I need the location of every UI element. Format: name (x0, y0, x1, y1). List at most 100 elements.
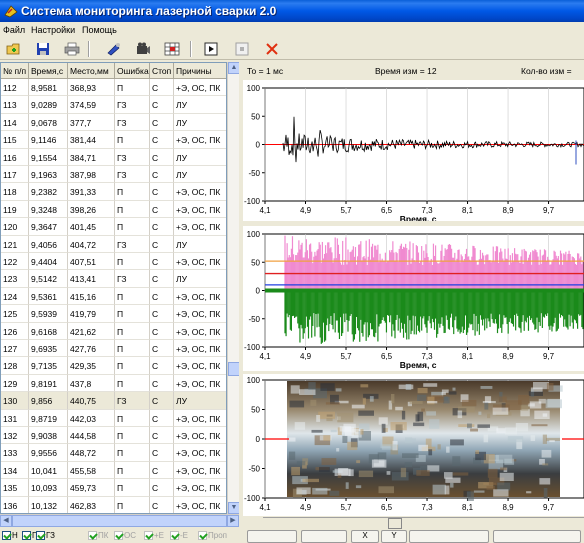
filter-checkbox[interactable] (2, 531, 11, 540)
table-row[interactable]: 118 9,2382 391,33 П С +Э, ОС, ПК (1, 183, 226, 201)
table-cell: 387,98 (68, 166, 115, 184)
weld-texture (409, 401, 423, 404)
table-row[interactable]: 116 9,1554 384,71 ГЗ С ЛУ (1, 148, 226, 166)
table-cell: 384,71 (68, 148, 115, 166)
table-row[interactable]: 133 9,9556 448,72 П С +Э, ОС, ПК (1, 444, 226, 462)
green-band (265, 288, 584, 293)
open-button[interactable] (4, 40, 24, 58)
weld-texture (446, 446, 450, 453)
weld-texture (360, 429, 364, 435)
scroll-thumb-horizontal[interactable] (12, 515, 227, 527)
time-scroll-knob[interactable] (388, 518, 402, 529)
column-header[interactable]: Ошибка (115, 63, 150, 79)
table-cell: 118 (1, 183, 29, 201)
weld-texture (371, 459, 387, 468)
time-scroll-track[interactable] (263, 517, 584, 528)
table-cell: С (150, 131, 174, 149)
table-cell: С (150, 148, 174, 166)
table-row[interactable]: 125 9,5939 419,79 П С +Э, ОС, ПК (1, 305, 226, 323)
table-row[interactable]: 136 10,132 462,83 П С +Э, ОС, ПК (1, 496, 226, 513)
table-horizontal-scrollbar[interactable]: ◀ ▶ (0, 514, 239, 527)
menu-file[interactable]: Файл (3, 25, 25, 35)
probe-button[interactable] (104, 40, 124, 58)
table-cell: С (150, 305, 174, 323)
table-cell: +Э, ОС, ПК (174, 357, 226, 375)
stop-button[interactable] (232, 40, 252, 58)
save-button[interactable] (33, 40, 53, 58)
table-row[interactable]: 123 9,5142 413,41 ГЗ С ЛУ (1, 270, 226, 288)
column-header[interactable]: Время,с (29, 63, 68, 79)
table-row[interactable]: 126 9,6168 421,62 П С +Э, ОС, ПК (1, 322, 226, 340)
close-button[interactable] (262, 40, 282, 58)
column-header[interactable]: № п/п (1, 63, 29, 79)
scroll-left-arrow[interactable]: ◀ (0, 515, 12, 527)
column-header[interactable]: Место,мм (68, 63, 115, 79)
weld-texture (458, 424, 475, 427)
weld-texture (427, 401, 438, 404)
table-row[interactable]: 132 9,9038 444,58 П С +Э, ОС, ПК (1, 427, 226, 445)
menu-settings[interactable]: Настройки (31, 25, 75, 35)
table-row[interactable]: 114 9,0678 377,7 ГЗ С ЛУ (1, 113, 226, 132)
filter-checkbox[interactable] (36, 531, 45, 540)
table-row[interactable]: 122 9,4404 407,51 П С +Э, ОС, ПК (1, 253, 226, 271)
print-button[interactable] (62, 40, 82, 58)
table-cell: С (150, 392, 174, 410)
scroll-right-arrow[interactable]: ▶ (227, 515, 239, 527)
table-cell: П (115, 131, 150, 149)
filter-label: ОС (124, 531, 136, 540)
charts-pane: То = 1 мс Время изм = 12 Кол-во изм = 10… (243, 62, 584, 543)
table-cell: 455,58 (68, 461, 115, 480)
table-row[interactable]: 131 9,8719 442,03 П С +Э, ОС, ПК (1, 409, 226, 427)
title-bar[interactable]: Система мониторинга лазерной сварки 2.0 (0, 0, 584, 22)
table-cell: С (150, 496, 174, 513)
table-row[interactable]: 119 9,3248 398,26 П С +Э, ОС, ПК (1, 200, 226, 219)
bottom-button-3[interactable]: X (351, 530, 379, 543)
weld-texture (319, 467, 330, 472)
table-row[interactable]: 112 8,9581 368,93 П С +Э, ОС, ПК (1, 79, 226, 97)
weld-texture (330, 429, 337, 433)
weld-texture (530, 435, 536, 441)
filter-checkbox[interactable] (22, 531, 31, 540)
table-row[interactable]: 129 9,8191 437,8 П С +Э, ОС, ПК (1, 374, 226, 393)
table-cell: С (150, 218, 174, 236)
table-row[interactable]: 130 9,856 440,75 ГЗ С ЛУ (1, 392, 226, 410)
bottom-button-1[interactable] (247, 530, 297, 543)
filter-checkbox (144, 531, 153, 540)
filter-1[interactable]: Н (2, 531, 18, 540)
weld-texture (423, 383, 438, 387)
menu-help[interactable]: Помощь (82, 25, 117, 35)
table-vertical-scrollbar[interactable]: ▲ ▼ (227, 62, 240, 514)
table-row[interactable]: 115 9,1146 381,44 П С +Э, ОС, ПК (1, 131, 226, 149)
table-row[interactable]: 135 10,093 459,73 П С +Э, ОС, ПК (1, 479, 226, 497)
table-row[interactable]: 121 9,4056 404,72 ГЗ С ЛУ (1, 235, 226, 253)
bottom-button-4[interactable]: Y (381, 530, 407, 543)
play-button[interactable] (201, 40, 221, 58)
filter-checkbox (170, 531, 179, 540)
bottom-button-6[interactable] (493, 530, 581, 543)
table-cell: 10,093 (29, 479, 68, 497)
table-cell: 421,62 (68, 322, 115, 340)
weld-texture (405, 437, 413, 444)
table-row[interactable]: 127 9,6935 427,76 П С +Э, ОС, ПК (1, 340, 226, 358)
table-cell: ГЗ (115, 235, 150, 253)
table-row[interactable]: 134 10,041 455,58 П С +Э, ОС, ПК (1, 461, 226, 480)
table-cell: С (150, 479, 174, 497)
table-row[interactable]: 113 9,0289 374,59 ГЗ С ЛУ (1, 96, 226, 114)
bottom-button-2[interactable] (301, 530, 347, 543)
grid-chart-icon (164, 42, 180, 56)
grid-chart-button[interactable] (162, 40, 182, 58)
camera-button[interactable] (133, 40, 153, 58)
table-row[interactable]: 120 9,3647 401,45 П С +Э, ОС, ПК (1, 218, 226, 236)
weld-texture (360, 384, 369, 388)
table-row[interactable]: 124 9,5361 415,16 П С +Э, ОС, ПК (1, 287, 226, 306)
filter-3[interactable]: ГЗ (36, 531, 55, 540)
column-header[interactable]: Стоп (150, 63, 174, 79)
table-cell: 9,1554 (29, 148, 68, 166)
filter-label: +Е (154, 531, 165, 540)
time-scroll[interactable] (243, 515, 584, 529)
table-row[interactable]: 117 9,1963 387,98 ГЗ С ЛУ (1, 166, 226, 184)
bottom-button-5[interactable] (409, 530, 489, 543)
table-row[interactable]: 128 9,7135 429,35 П С +Э, ОС, ПК (1, 357, 226, 375)
x-tick-label: 8,1 (462, 503, 474, 512)
column-header[interactable]: Причины (174, 63, 226, 79)
